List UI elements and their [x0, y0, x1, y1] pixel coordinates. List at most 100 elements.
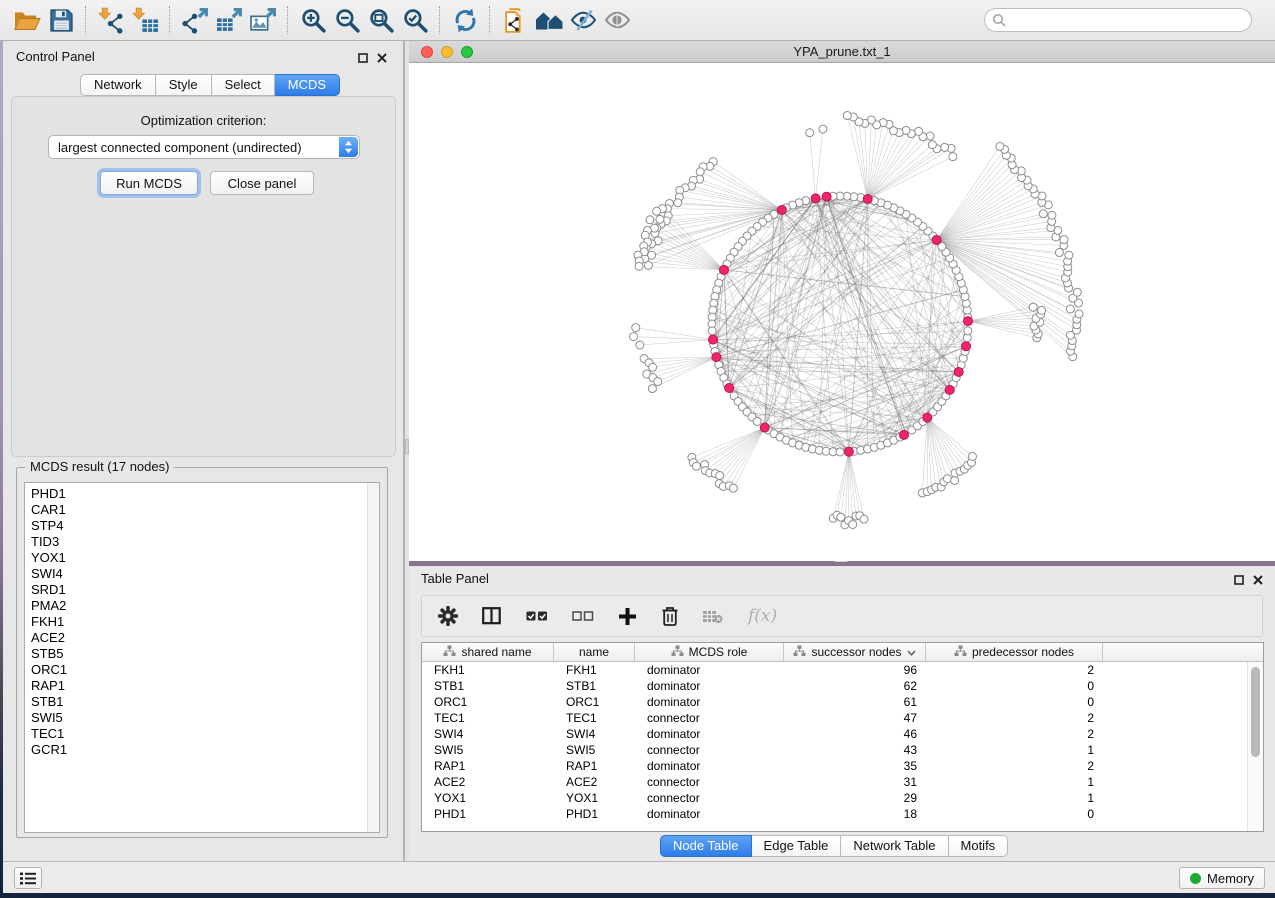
graph-leaf-node[interactable] — [928, 141, 936, 149]
import-table-icon[interactable] — [128, 3, 162, 37]
graph-leaf-node[interactable] — [644, 261, 652, 269]
graph-leaf-node[interactable] — [635, 262, 643, 270]
houses-icon[interactable] — [532, 3, 566, 37]
graph-mcds-node[interactable] — [725, 384, 734, 393]
zoom-selected-icon[interactable] — [398, 3, 432, 37]
network-view-canvas[interactable] — [409, 63, 1275, 561]
table-row[interactable]: FKH1FKH1dominator962 — [422, 662, 1248, 678]
graph-mcds-node[interactable] — [962, 342, 971, 351]
graph-node[interactable] — [753, 418, 761, 426]
tab-select[interactable]: Select — [212, 74, 275, 96]
optimization-criterion-select[interactable]: largest connected component (undirected) — [48, 135, 360, 159]
graph-mcds-node[interactable] — [844, 447, 853, 456]
table-scrollbar-thumb[interactable] — [1251, 667, 1260, 757]
close-panel-button[interactable]: Close panel — [210, 171, 314, 195]
graph-leaf-node[interactable] — [649, 363, 657, 371]
column-header-successor-nodes[interactable]: successor nodes — [784, 643, 926, 661]
refresh-view-icon[interactable] — [448, 3, 482, 37]
zoom-in-icon[interactable] — [296, 3, 330, 37]
zoom-fit-icon[interactable] — [364, 3, 398, 37]
table-row[interactable]: PHD1PHD1dominator180 — [422, 806, 1248, 822]
graph-mcds-node[interactable] — [811, 194, 820, 203]
search-input[interactable] — [984, 8, 1252, 32]
graph-leaf-node[interactable] — [1039, 210, 1047, 218]
export-image-icon[interactable] — [246, 3, 280, 37]
graph-leaf-node[interactable] — [843, 112, 851, 120]
add-column-icon[interactable] — [618, 607, 637, 626]
graph-leaf-node[interactable] — [646, 216, 654, 224]
float-panel-icon[interactable] — [358, 50, 368, 68]
mcds-result-item[interactable]: STP4 — [25, 518, 367, 534]
graph-mcds-node[interactable] — [863, 195, 872, 204]
graph-leaf-node[interactable] — [648, 385, 656, 393]
graph-mcds-node[interactable] — [900, 430, 909, 439]
graph-mcds-node[interactable] — [760, 423, 769, 432]
table-row[interactable]: ORC1ORC1dominator610 — [422, 694, 1248, 710]
mcds-result-item[interactable]: CAR1 — [25, 502, 367, 518]
mcds-result-item[interactable]: TEC1 — [25, 726, 367, 742]
graph-mcds-node[interactable] — [708, 335, 717, 344]
graph-leaf-node[interactable] — [729, 484, 737, 492]
graph-leaf-node[interactable] — [674, 199, 682, 207]
mcds-result-item[interactable]: SWI4 — [25, 566, 367, 582]
graph-leaf-node[interactable] — [1038, 306, 1046, 314]
graph-mcds-node[interactable] — [712, 353, 721, 362]
graph-leaf-node[interactable] — [860, 515, 868, 523]
show-columns-icon[interactable] — [482, 607, 502, 625]
mcds-result-item[interactable]: FKH1 — [25, 614, 367, 630]
tab-mcds[interactable]: MCDS — [275, 74, 340, 96]
graph-leaf-node[interactable] — [696, 168, 704, 176]
table-row[interactable]: ACE2ACE2connector311 — [422, 774, 1248, 790]
graph-leaf-node[interactable] — [996, 142, 1004, 150]
tab-motifs[interactable]: Motifs — [949, 835, 1009, 857]
graph-leaf-node[interactable] — [1073, 288, 1081, 296]
export-table-icon[interactable] — [212, 3, 246, 37]
column-header-name[interactable]: name — [554, 643, 635, 661]
mcds-result-item[interactable]: PHD1 — [25, 486, 367, 502]
mcds-result-item[interactable]: SWI5 — [25, 710, 367, 726]
column-header-MCDS-role[interactable]: MCDS role — [635, 643, 784, 661]
graph-mcds-node[interactable] — [719, 265, 728, 274]
mcds-result-item[interactable]: GCR1 — [25, 742, 367, 758]
tab-network-table[interactable]: Network Table — [841, 835, 948, 857]
graph-leaf-node[interactable] — [636, 341, 644, 349]
graph-leaf-node[interactable] — [915, 127, 923, 135]
graph-leaf-node[interactable] — [1060, 236, 1068, 244]
memory-button[interactable]: Memory — [1179, 867, 1265, 889]
table-row[interactable]: TEC1TEC1connector472 — [422, 710, 1248, 726]
mcds-result-list[interactable]: PHD1CAR1STP4TID3YOX1SWI4SRD1PMA2FKH1ACE2… — [24, 482, 380, 833]
graph-leaf-node[interactable] — [949, 153, 957, 161]
graph-mcds-node[interactable] — [932, 236, 941, 245]
mcds-result-item[interactable]: SRD1 — [25, 582, 367, 598]
column-header-shared-name[interactable]: shared name — [422, 643, 554, 661]
graph-leaf-node[interactable] — [1066, 305, 1074, 313]
table-scrollbar[interactable] — [1247, 662, 1263, 831]
graph-leaf-node[interactable] — [1075, 310, 1083, 318]
graph-leaf-node[interactable] — [943, 475, 951, 483]
table-row[interactable]: RAP1RAP1dominator352 — [422, 758, 1248, 774]
hide-selected-icon[interactable] — [566, 3, 600, 37]
run-mcds-button[interactable]: Run MCDS — [100, 171, 198, 195]
mcds-result-item[interactable]: RAP1 — [25, 678, 367, 694]
tab-style[interactable]: Style — [156, 74, 212, 96]
tab-node-table[interactable]: Node Table — [660, 835, 752, 857]
graph-leaf-node[interactable] — [941, 143, 949, 151]
network-window-titlebar[interactable]: YPA_prune.txt_1 — [409, 41, 1275, 63]
graph-leaf-node[interactable] — [819, 125, 827, 133]
import-network-icon[interactable] — [94, 3, 128, 37]
graph-node[interactable] — [708, 327, 716, 335]
select-all-checkboxes-icon[interactable] — [526, 609, 548, 623]
float-table-panel-icon[interactable] — [1234, 572, 1244, 590]
table-options-gear-icon[interactable] — [438, 606, 458, 626]
table-row[interactable]: SWI5SWI5connector431 — [422, 742, 1248, 758]
column-header-predecessor-nodes[interactable]: predecessor nodes — [926, 643, 1103, 661]
graph-leaf-node[interactable] — [632, 324, 640, 332]
graph-mcds-node[interactable] — [954, 367, 963, 376]
graph-leaf-node[interactable] — [951, 476, 959, 484]
export-network-icon[interactable] — [178, 3, 212, 37]
graph-mcds-node[interactable] — [963, 317, 972, 326]
deselect-all-checkboxes-icon[interactable] — [572, 609, 594, 623]
mcds-result-item[interactable]: ACE2 — [25, 630, 367, 646]
close-table-panel-icon[interactable] — [1253, 572, 1263, 590]
mcds-result-item[interactable]: PMA2 — [25, 598, 367, 614]
